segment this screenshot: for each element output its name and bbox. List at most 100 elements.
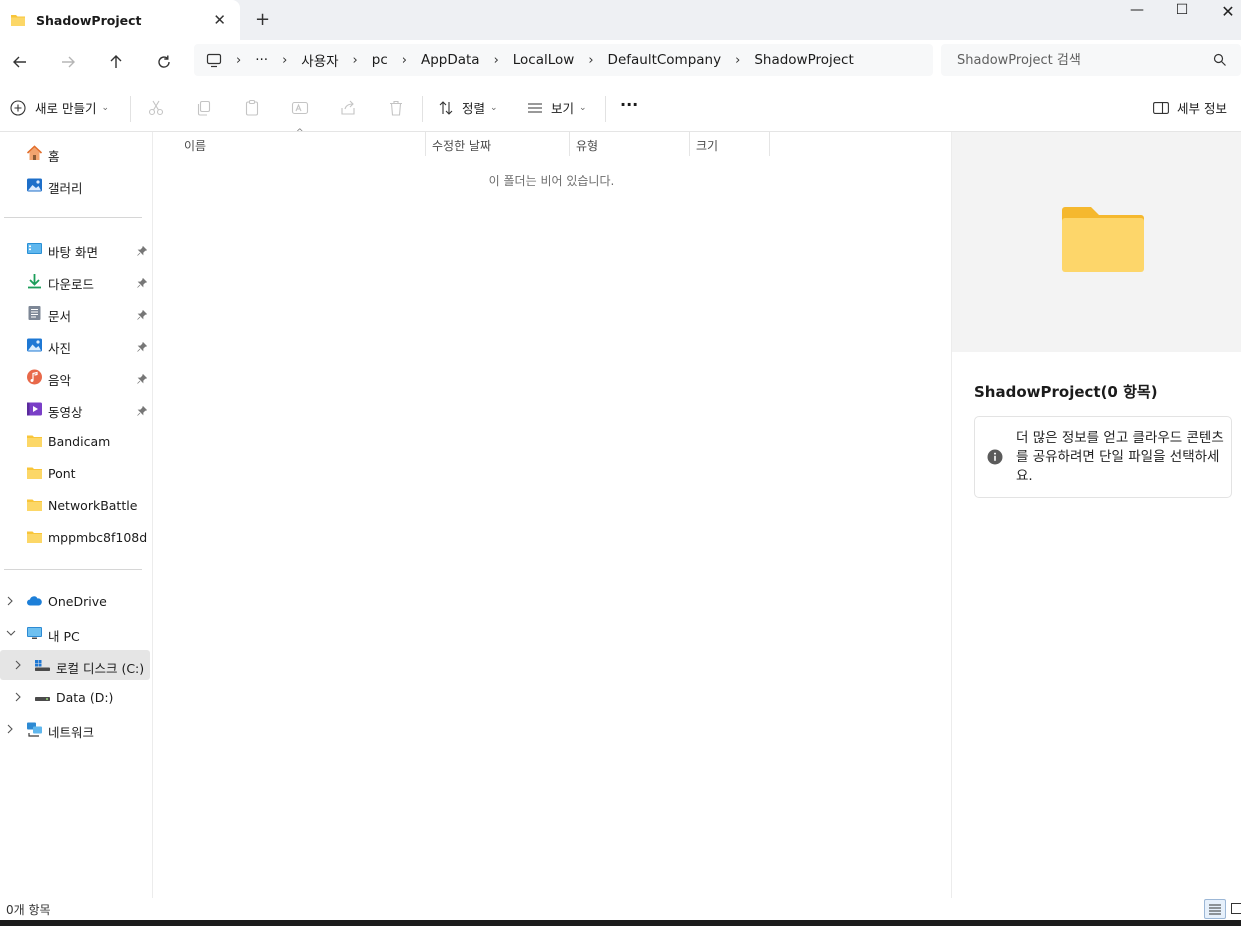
chevron-right-icon[interactable] (13, 659, 23, 671)
delete-icon[interactable] (387, 99, 405, 117)
breadcrumb[interactable]: › ··· › 사용자 › pc › AppData › LocalLow › … (194, 44, 933, 76)
sidebar-item-videos[interactable]: 동영상 (0, 394, 150, 424)
more-options-button[interactable]: ··· (620, 95, 638, 114)
column-header-size[interactable]: 크기 (696, 132, 768, 156)
sidebar-item-onedrive[interactable]: OneDrive (0, 586, 150, 616)
column-divider[interactable] (425, 132, 426, 156)
chevron-right-icon[interactable]: › (282, 53, 287, 68)
sidebar-item-bandicam[interactable]: Bandicam (0, 426, 150, 456)
breadcrumb-overflow[interactable]: ··· (255, 52, 268, 68)
chevron-right-icon[interactable]: › (236, 53, 241, 68)
column-header-type[interactable]: 유형 (576, 132, 688, 156)
close-window-button[interactable]: ✕ (1208, 2, 1241, 24)
chevron-right-icon[interactable]: › (494, 53, 499, 68)
sidebar-item-downloads[interactable]: 다운로드 (0, 266, 150, 296)
sidebar-item-data-d[interactable]: Data (D:) (0, 682, 150, 712)
plus-circle-icon (10, 99, 26, 116)
sidebar-item-home[interactable]: 홈 (0, 138, 150, 168)
pin-icon[interactable] (137, 404, 148, 419)
cut-icon[interactable] (147, 99, 165, 117)
chevron-right-icon[interactable]: › (735, 53, 740, 68)
forward-arrow-icon[interactable] (58, 52, 78, 72)
details-title: ShadowProject(0 항목) (974, 383, 1158, 401)
pictures-icon (27, 338, 42, 352)
column-divider[interactable] (569, 132, 570, 156)
sidebar-item-network[interactable]: 네트워크 (0, 714, 150, 744)
sort-button[interactable]: 정렬 ⌄ (438, 98, 498, 117)
computer-icon[interactable] (206, 53, 222, 68)
sidebar-item-gallery[interactable]: 갤러리 (0, 170, 150, 200)
sort-label: 정렬 (462, 101, 486, 116)
sidebar-item-local-disk-c[interactable]: 로컬 디스크 (C:) (0, 650, 150, 680)
pin-icon[interactable] (137, 244, 148, 259)
details-pane-button[interactable]: 세부 정보 (1153, 98, 1227, 117)
search-box[interactable] (941, 44, 1241, 76)
breadcrumb-item-locallow[interactable]: LocalLow (513, 52, 575, 68)
up-arrow-icon[interactable] (106, 52, 126, 72)
chevron-right-icon[interactable] (5, 723, 15, 735)
breadcrumb-item-defaultcompany[interactable]: DefaultCompany (608, 52, 722, 68)
sort-icon (439, 100, 453, 115)
home-icon (26, 145, 43, 160)
drive-icon (35, 697, 50, 701)
view-button[interactable]: 보기 ⌄ (527, 98, 587, 117)
sidebar-item-mppmbc8f108d[interactable]: mppmbc8f108d (0, 522, 150, 552)
close-icon[interactable]: ✕ (213, 11, 226, 29)
sidebar-item-music[interactable]: 음악 (0, 362, 150, 392)
sidebar-item-desktop[interactable]: 바탕 화면 (0, 234, 150, 264)
share-icon[interactable] (339, 99, 357, 117)
sidebar-item-networkbattle[interactable]: NetworkBattle (0, 490, 150, 520)
rename-icon[interactable] (291, 99, 309, 117)
view-label: 보기 (551, 101, 575, 116)
divider (605, 96, 606, 122)
refresh-icon[interactable] (154, 52, 174, 72)
chevron-down-icon[interactable] (5, 627, 17, 639)
tab-shadowproject[interactable]: ShadowProject ✕ (0, 0, 240, 40)
pin-icon[interactable] (137, 308, 148, 323)
pin-icon[interactable] (137, 372, 148, 387)
gallery-icon (27, 178, 42, 192)
view-list-icon (528, 102, 542, 113)
sidebar-item-documents[interactable]: 문서 (0, 298, 150, 328)
details-info-text: 더 많은 정보를 얻고 클라우드 콘텐츠를 공유하려면 단일 파일을 선택하세요… (1016, 430, 1224, 484)
details-pane: ShadowProject(0 항목) 더 많은 정보를 얻고 클라우드 콘텐츠… (951, 132, 1241, 898)
column-header-name[interactable]: 이름 (184, 132, 424, 156)
sidebar-divider (4, 217, 142, 218)
tiles-view-icon[interactable] (1231, 903, 1241, 915)
file-list[interactable]: ^ 이름 수정한 날짜 유형 크기 이 폴더는 비어 있습니다. (153, 128, 950, 898)
search-input[interactable] (941, 44, 1221, 76)
chevron-right-icon[interactable]: › (588, 53, 593, 68)
computer-icon (27, 627, 42, 639)
chevron-right-icon[interactable] (5, 595, 15, 607)
new-button[interactable]: 새로 만들기 ⌄ (10, 98, 109, 117)
breadcrumb-item-appdata[interactable]: AppData (421, 52, 480, 68)
breadcrumb-item-pc[interactable]: pc (372, 52, 388, 68)
details-view-button[interactable] (1204, 899, 1226, 919)
breadcrumb-item-users[interactable]: 사용자 (301, 50, 338, 70)
breadcrumb-item-shadowproject[interactable]: ShadowProject (754, 52, 853, 68)
music-icon (27, 369, 42, 385)
chevron-right-icon[interactable]: › (353, 53, 358, 68)
details-info-card: 더 많은 정보를 얻고 클라우드 콘텐츠를 공유하려면 단일 파일을 선택하세요… (974, 416, 1232, 498)
column-divider[interactable] (689, 132, 690, 156)
paste-icon[interactable] (243, 99, 261, 117)
sidebar-item-label: OneDrive (48, 594, 107, 609)
maximize-button[interactable]: ☐ (1162, 2, 1202, 24)
chevron-down-icon: ⌄ (490, 102, 498, 113)
chevron-right-icon[interactable]: › (402, 53, 407, 68)
pin-icon[interactable] (137, 276, 148, 291)
new-tab-button[interactable]: + (255, 9, 270, 30)
sidebar-item-pont[interactable]: Pont (0, 458, 150, 488)
sidebar-item-pictures[interactable]: 사진 (0, 330, 150, 360)
folder-icon (27, 435, 42, 447)
pin-icon[interactable] (137, 340, 148, 355)
folder-icon (27, 531, 42, 543)
back-arrow-icon[interactable] (10, 52, 30, 72)
column-header-modified[interactable]: 수정한 날짜 (432, 132, 570, 156)
chevron-right-icon[interactable] (13, 691, 23, 703)
sidebar-item-this-pc[interactable]: 내 PC (0, 618, 150, 648)
minimize-button[interactable]: — (1117, 2, 1157, 24)
copy-icon[interactable] (195, 99, 213, 117)
column-divider[interactable] (769, 132, 770, 156)
search-icon[interactable] (1213, 53, 1227, 67)
